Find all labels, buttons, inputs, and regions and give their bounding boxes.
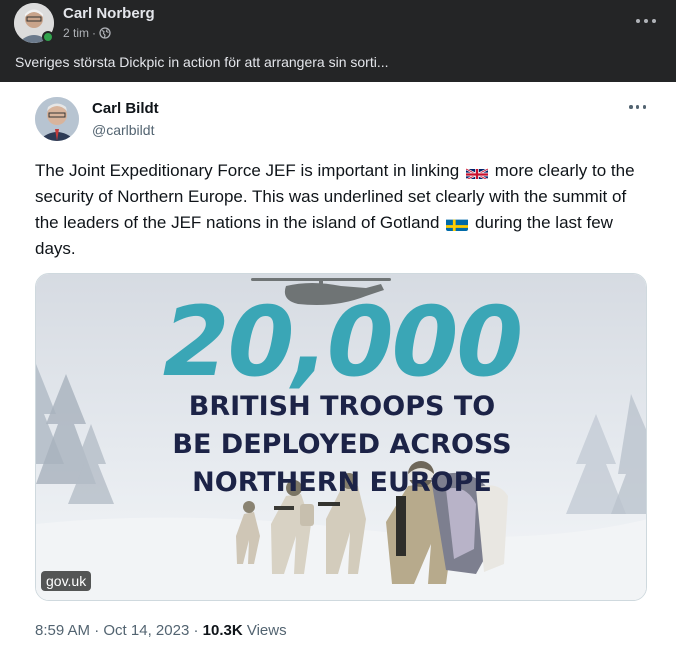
- author-name[interactable]: Carl Norberg: [63, 5, 155, 22]
- media-headline: BRITISH TROOPS TO BE DEPLOYED ACROSS NOR…: [36, 388, 646, 502]
- views-count: 10.3K: [202, 622, 243, 639]
- globe-icon[interactable]: [99, 27, 111, 39]
- tweet-author-avatar[interactable]: [35, 97, 79, 141]
- post-meta: 2 tim ·: [63, 26, 111, 40]
- tweet-date[interactable]: Oct 14, 2023: [103, 622, 189, 639]
- tweet-time[interactable]: 8:59 AM: [35, 622, 90, 639]
- post-time[interactable]: 2 tim: [63, 26, 89, 40]
- tweet-footer: 8:59 AM · Oct 14, 2023 · 10.3K Views: [35, 622, 287, 639]
- tweet-author-name[interactable]: Carl Bildt: [92, 100, 159, 117]
- headline-line-3: NORTHERN EUROPE: [192, 467, 492, 498]
- post-text: Sveriges största Dickpic in action för a…: [15, 54, 389, 70]
- facebook-post-header: Carl Norberg 2 tim · Sveriges största Di…: [0, 0, 676, 82]
- views-label: Views: [246, 622, 287, 639]
- footer-separator-1: ·: [94, 622, 100, 639]
- tweet-author-handle[interactable]: @carlbildt: [92, 122, 154, 138]
- media-source-badge[interactable]: gov.uk: [41, 571, 92, 591]
- online-status-icon: [42, 31, 54, 43]
- more-options-icon[interactable]: [636, 12, 656, 30]
- meta-separator: ·: [92, 26, 97, 40]
- headline-line-1: BRITISH TROOPS TO: [188, 391, 496, 422]
- tweet-text: The Joint Expeditionary Force JEF is imp…: [35, 158, 647, 262]
- sweden-flag-icon: [446, 216, 469, 231]
- headline-line-2: BE DEPLOYED ACROSS: [172, 429, 512, 460]
- tweet-media-image[interactable]: 20,000 BRITISH TROOPS TO BE DEPLOYED ACR…: [35, 273, 647, 601]
- tweet-more-icon[interactable]: [629, 104, 646, 110]
- footer-separator-2: ·: [193, 622, 199, 639]
- uk-flag-icon: [465, 164, 488, 179]
- tweet-text-part1: The Joint Expeditionary Force JEF is imp…: [35, 161, 460, 180]
- troops-number: 20,000: [162, 286, 523, 398]
